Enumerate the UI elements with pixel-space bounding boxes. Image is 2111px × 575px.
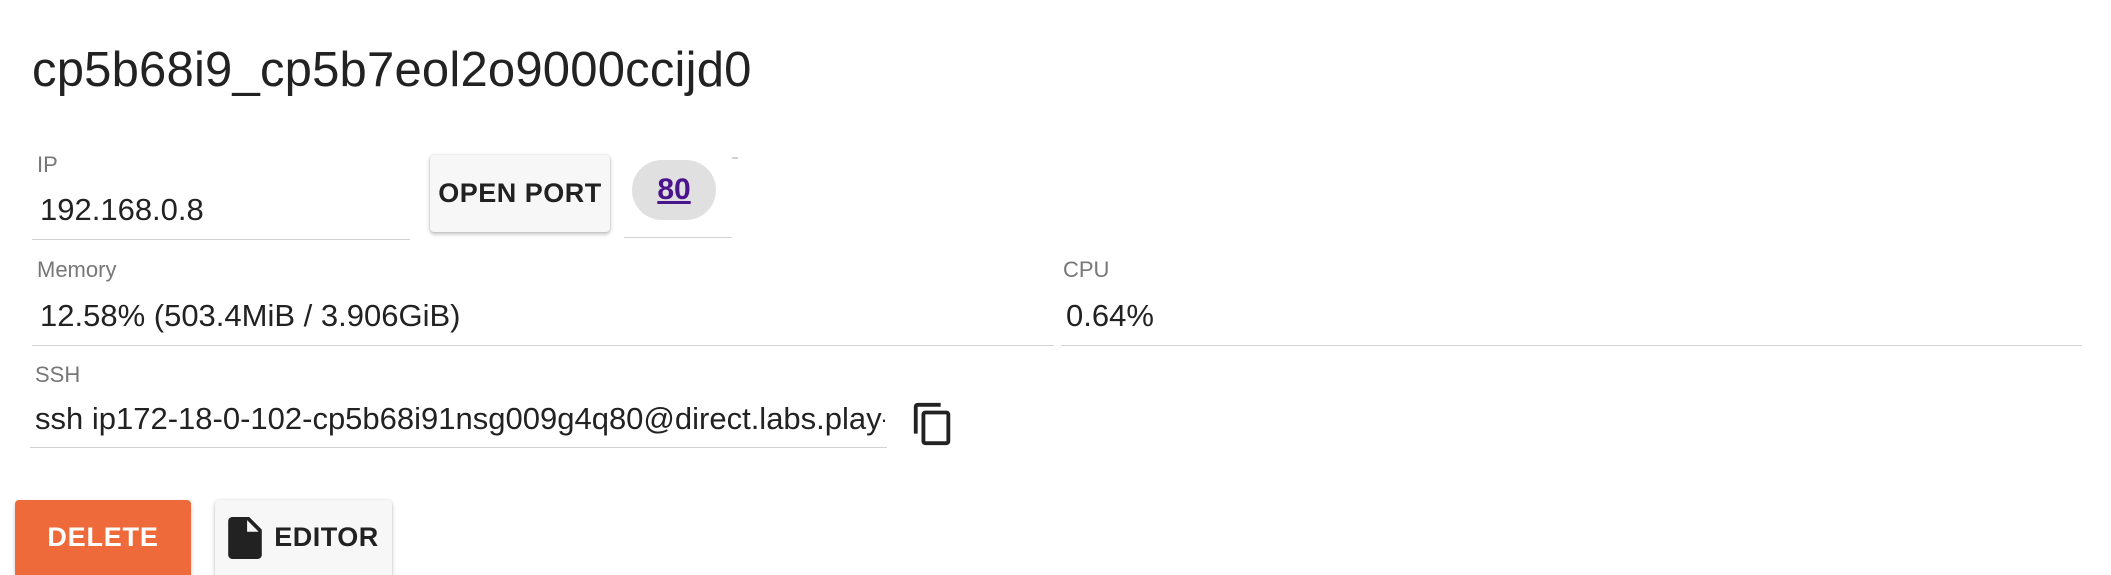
ports-list: 80 bbox=[624, 150, 732, 238]
cpu-field: CPU 0.64% bbox=[1061, 255, 2082, 346]
copy-icon bbox=[913, 402, 951, 446]
memory-value: 12.58% (503.4MiB / 3.906GiB) bbox=[40, 298, 461, 333]
copy-ssh-button[interactable] bbox=[904, 395, 962, 453]
file-icon bbox=[228, 516, 263, 559]
instance-title: cp5b68i9_cp5b7eol2o9000ccijd0 bbox=[32, 43, 752, 97]
ssh-label: SSH bbox=[35, 362, 81, 387]
cpu-value: 0.64% bbox=[1066, 298, 1154, 333]
editor-button[interactable]: EDITOR bbox=[215, 500, 392, 575]
memory-label: Memory bbox=[37, 257, 117, 282]
cpu-label: CPU bbox=[1063, 257, 1110, 282]
ip-field: IP 192.168.0.8 bbox=[32, 150, 410, 240]
delete-button[interactable]: DELETE bbox=[15, 500, 191, 575]
open-port-button[interactable]: OPEN PORT bbox=[430, 155, 610, 232]
ssh-value-container[interactable]: ssh ip172-18-0-102-cp5b68i91nsg009g4q80@… bbox=[35, 397, 885, 441]
ip-value: 192.168.0.8 bbox=[40, 192, 204, 227]
ssh-command[interactable]: ssh ip172-18-0-102-cp5b68i91nsg009g4q80@… bbox=[35, 401, 885, 436]
ports-divider bbox=[732, 157, 738, 159]
memory-field: Memory 12.58% (503.4MiB / 3.906GiB) bbox=[32, 255, 1054, 346]
ip-label: IP bbox=[37, 152, 58, 177]
port-link-80[interactable]: 80 bbox=[632, 160, 716, 220]
editor-button-label: EDITOR bbox=[274, 522, 379, 552]
ssh-field[interactable]: SSH ssh ip172-18-0-102-cp5b68i91nsg009g4… bbox=[30, 360, 887, 448]
